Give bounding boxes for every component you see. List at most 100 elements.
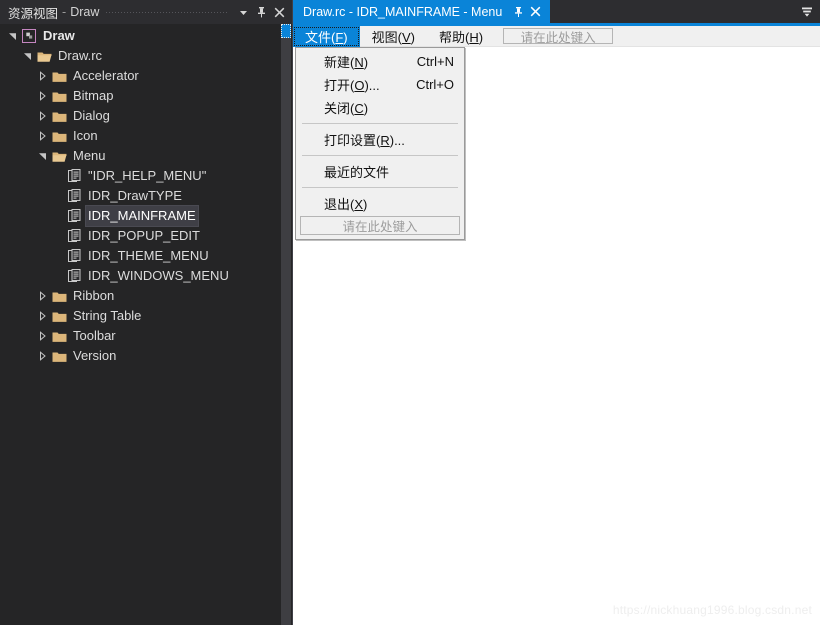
tree-item-draw[interactable]: Draw bbox=[0, 26, 285, 46]
menu-item-label: 新建(N) bbox=[324, 55, 369, 70]
tab-overflow-icon[interactable] bbox=[794, 0, 820, 23]
folder-icon bbox=[50, 126, 68, 146]
menu-separator bbox=[302, 123, 458, 124]
tree-item-menu[interactable]: Menu bbox=[0, 146, 285, 166]
folder-icon bbox=[50, 86, 68, 106]
menu-item-5[interactable]: 打印设置(R)... bbox=[296, 128, 464, 151]
tree-item-dialog[interactable]: Dialog bbox=[0, 106, 285, 126]
panel-header: 资源视图 - Draw bbox=[0, 0, 292, 24]
tree-item-bitmap[interactable]: Bitmap bbox=[0, 86, 285, 106]
tree-item-ribbon[interactable]: Ribbon bbox=[0, 286, 285, 306]
resource-view-panel: 资源视图 - Draw Draw Draw.rc Accelerator Bit… bbox=[0, 0, 293, 625]
sidebar-scrollbar[interactable] bbox=[281, 24, 291, 625]
resource-icon bbox=[65, 266, 83, 286]
menu-item-3[interactable]: 关闭(C) bbox=[296, 96, 464, 119]
menu-item-9[interactable]: 退出(X) bbox=[296, 192, 464, 215]
tree-item-idr_popup_edit[interactable]: IDR_POPUP_EDIT bbox=[0, 226, 285, 246]
tree-item-label: IDR_DrawTYPE bbox=[88, 188, 182, 203]
menubar-item-1[interactable]: 文件(F) bbox=[293, 26, 360, 47]
tree-item-label: Accelerator bbox=[73, 68, 139, 83]
chevron-right-icon[interactable] bbox=[34, 346, 50, 366]
tree-item-label: IDR_POPUP_EDIT bbox=[88, 228, 200, 243]
tab-strip: Draw.rc - IDR_MAINFRAME - Menu bbox=[293, 0, 820, 23]
chevron-right-icon[interactable] bbox=[34, 326, 50, 346]
folder-icon bbox=[50, 286, 68, 306]
tree-item-label: IDR_MAINFRAME bbox=[85, 205, 199, 227]
chevron-down-icon[interactable] bbox=[4, 26, 20, 46]
tree-item-idr_theme_menu[interactable]: IDR_THEME_MENU bbox=[0, 246, 285, 266]
tree-item-label: Menu bbox=[73, 148, 106, 163]
resource-icon bbox=[65, 166, 83, 186]
document-tab-title: Draw.rc - IDR_MAINFRAME - Menu bbox=[303, 4, 503, 19]
chevron-right-icon[interactable] bbox=[34, 306, 50, 326]
close-icon[interactable] bbox=[527, 0, 544, 23]
menubar-item-label: 视图(V) bbox=[371, 30, 415, 45]
tree-item-label: Version bbox=[73, 348, 117, 363]
chevron-right-icon[interactable] bbox=[34, 66, 50, 86]
project-icon bbox=[20, 26, 38, 46]
panel-title-cn: 资源视图 bbox=[8, 6, 59, 21]
folder-icon bbox=[50, 326, 68, 346]
menu-item-label: 退出(X) bbox=[324, 197, 368, 212]
menu-item-label: 打开(O)... bbox=[324, 78, 380, 93]
menu-item-7[interactable]: 最近的文件 bbox=[296, 160, 464, 183]
resource-icon bbox=[65, 206, 83, 226]
chevron-right-icon[interactable] bbox=[34, 106, 50, 126]
tree-item-idr_drawtype[interactable]: IDR_DrawTYPE bbox=[0, 186, 285, 206]
tree-item-idr_mainframe[interactable]: IDR_MAINFRAME bbox=[0, 205, 285, 227]
menu-item-1[interactable]: 新建(N) Ctrl+N bbox=[296, 50, 464, 73]
tree-item-label: IDR_WINDOWS_MENU bbox=[88, 268, 229, 283]
chevron-right-icon[interactable] bbox=[34, 86, 50, 106]
tree-item-label: Bitmap bbox=[73, 88, 114, 103]
tree-item-drawrc[interactable]: Draw.rc bbox=[0, 46, 285, 66]
close-icon[interactable] bbox=[270, 2, 288, 22]
tree-item-stringtable[interactable]: String Table bbox=[0, 306, 285, 326]
tree-item-label: String Table bbox=[73, 308, 142, 323]
tree-item-icon[interactable]: Icon bbox=[0, 126, 285, 146]
document-tab[interactable]: Draw.rc - IDR_MAINFRAME - Menu bbox=[293, 0, 551, 23]
resource-tree[interactable]: Draw Draw.rc Accelerator Bitmap Dialog Icon Me… bbox=[0, 24, 285, 625]
tree-item-accelerator[interactable]: Accelerator bbox=[0, 66, 285, 86]
panel-title-en: Draw bbox=[70, 5, 100, 19]
tree-item-idr_help_menu[interactable]: "IDR_HELP_MENU" bbox=[0, 166, 285, 186]
chevron-down-icon[interactable] bbox=[19, 46, 35, 66]
tree-item-label: "IDR_HELP_MENU" bbox=[88, 168, 207, 183]
editor-area: Draw.rc - IDR_MAINFRAME - Menu 文件(F) 视图(… bbox=[293, 0, 820, 625]
menubar-item-label: 文件(F) bbox=[305, 30, 348, 45]
sidebar-scrollbar-thumb[interactable] bbox=[281, 24, 291, 38]
pin-icon[interactable] bbox=[252, 2, 270, 22]
chevron-right-icon[interactable] bbox=[34, 286, 50, 306]
folder-icon bbox=[50, 306, 68, 326]
menubar-item-2[interactable]: 视图(V) bbox=[360, 26, 427, 47]
resource-icon bbox=[65, 186, 83, 206]
folder-icon bbox=[50, 106, 68, 126]
file-menu-dropdown[interactable]: 新建(N) Ctrl+N 打开(O)... Ctrl+O 关闭(C) 打印设置(R)...… bbox=[295, 47, 465, 240]
watermark: https://nickhuang1996.blog.csdn.net bbox=[612, 603, 812, 617]
chevron-down-icon[interactable] bbox=[34, 146, 50, 166]
menubar-item-3[interactable]: 帮助(H) bbox=[427, 26, 495, 47]
menu-new-item-placeholder[interactable]: 请在此处键入 bbox=[300, 216, 460, 235]
folder-icon bbox=[50, 66, 68, 86]
menu-item-2[interactable]: 打开(O)... Ctrl+O bbox=[296, 73, 464, 96]
chevron-right-icon[interactable] bbox=[34, 126, 50, 146]
menu-bar[interactable]: 文件(F) 视图(V) 帮助(H) 请在此处键入 bbox=[293, 26, 820, 47]
app-window: 资源视图 - Draw Draw Draw.rc Accelerator Bit… bbox=[0, 0, 820, 625]
tree-item-toolbar[interactable]: Toolbar bbox=[0, 326, 285, 346]
pin-icon[interactable] bbox=[510, 0, 527, 23]
menu-resource-editor: 文件(F) 视图(V) 帮助(H) 请在此处键入 新建(N) Ctrl+N 打开(O)..… bbox=[293, 26, 820, 625]
file-menu-items: 新建(N) Ctrl+N 打开(O)... Ctrl+O 关闭(C) 打印设置(R)...… bbox=[296, 50, 464, 215]
tree-item-label: IDR_THEME_MENU bbox=[88, 248, 209, 263]
menu-item-shortcut: Ctrl+N bbox=[416, 54, 454, 69]
menu-item-label: 打印设置(R)... bbox=[324, 133, 405, 148]
chevron-down-icon[interactable] bbox=[234, 2, 252, 22]
menubar-new-item-placeholder[interactable]: 请在此处键入 bbox=[503, 28, 614, 45]
tree-item-label: Draw bbox=[43, 28, 75, 43]
tree-item-idr_windows_menu[interactable]: IDR_WINDOWS_MENU bbox=[0, 266, 285, 286]
tree-item-label: Toolbar bbox=[73, 328, 116, 343]
panel-title-separator: - bbox=[62, 5, 67, 19]
tree-item-version[interactable]: Version bbox=[0, 346, 285, 366]
